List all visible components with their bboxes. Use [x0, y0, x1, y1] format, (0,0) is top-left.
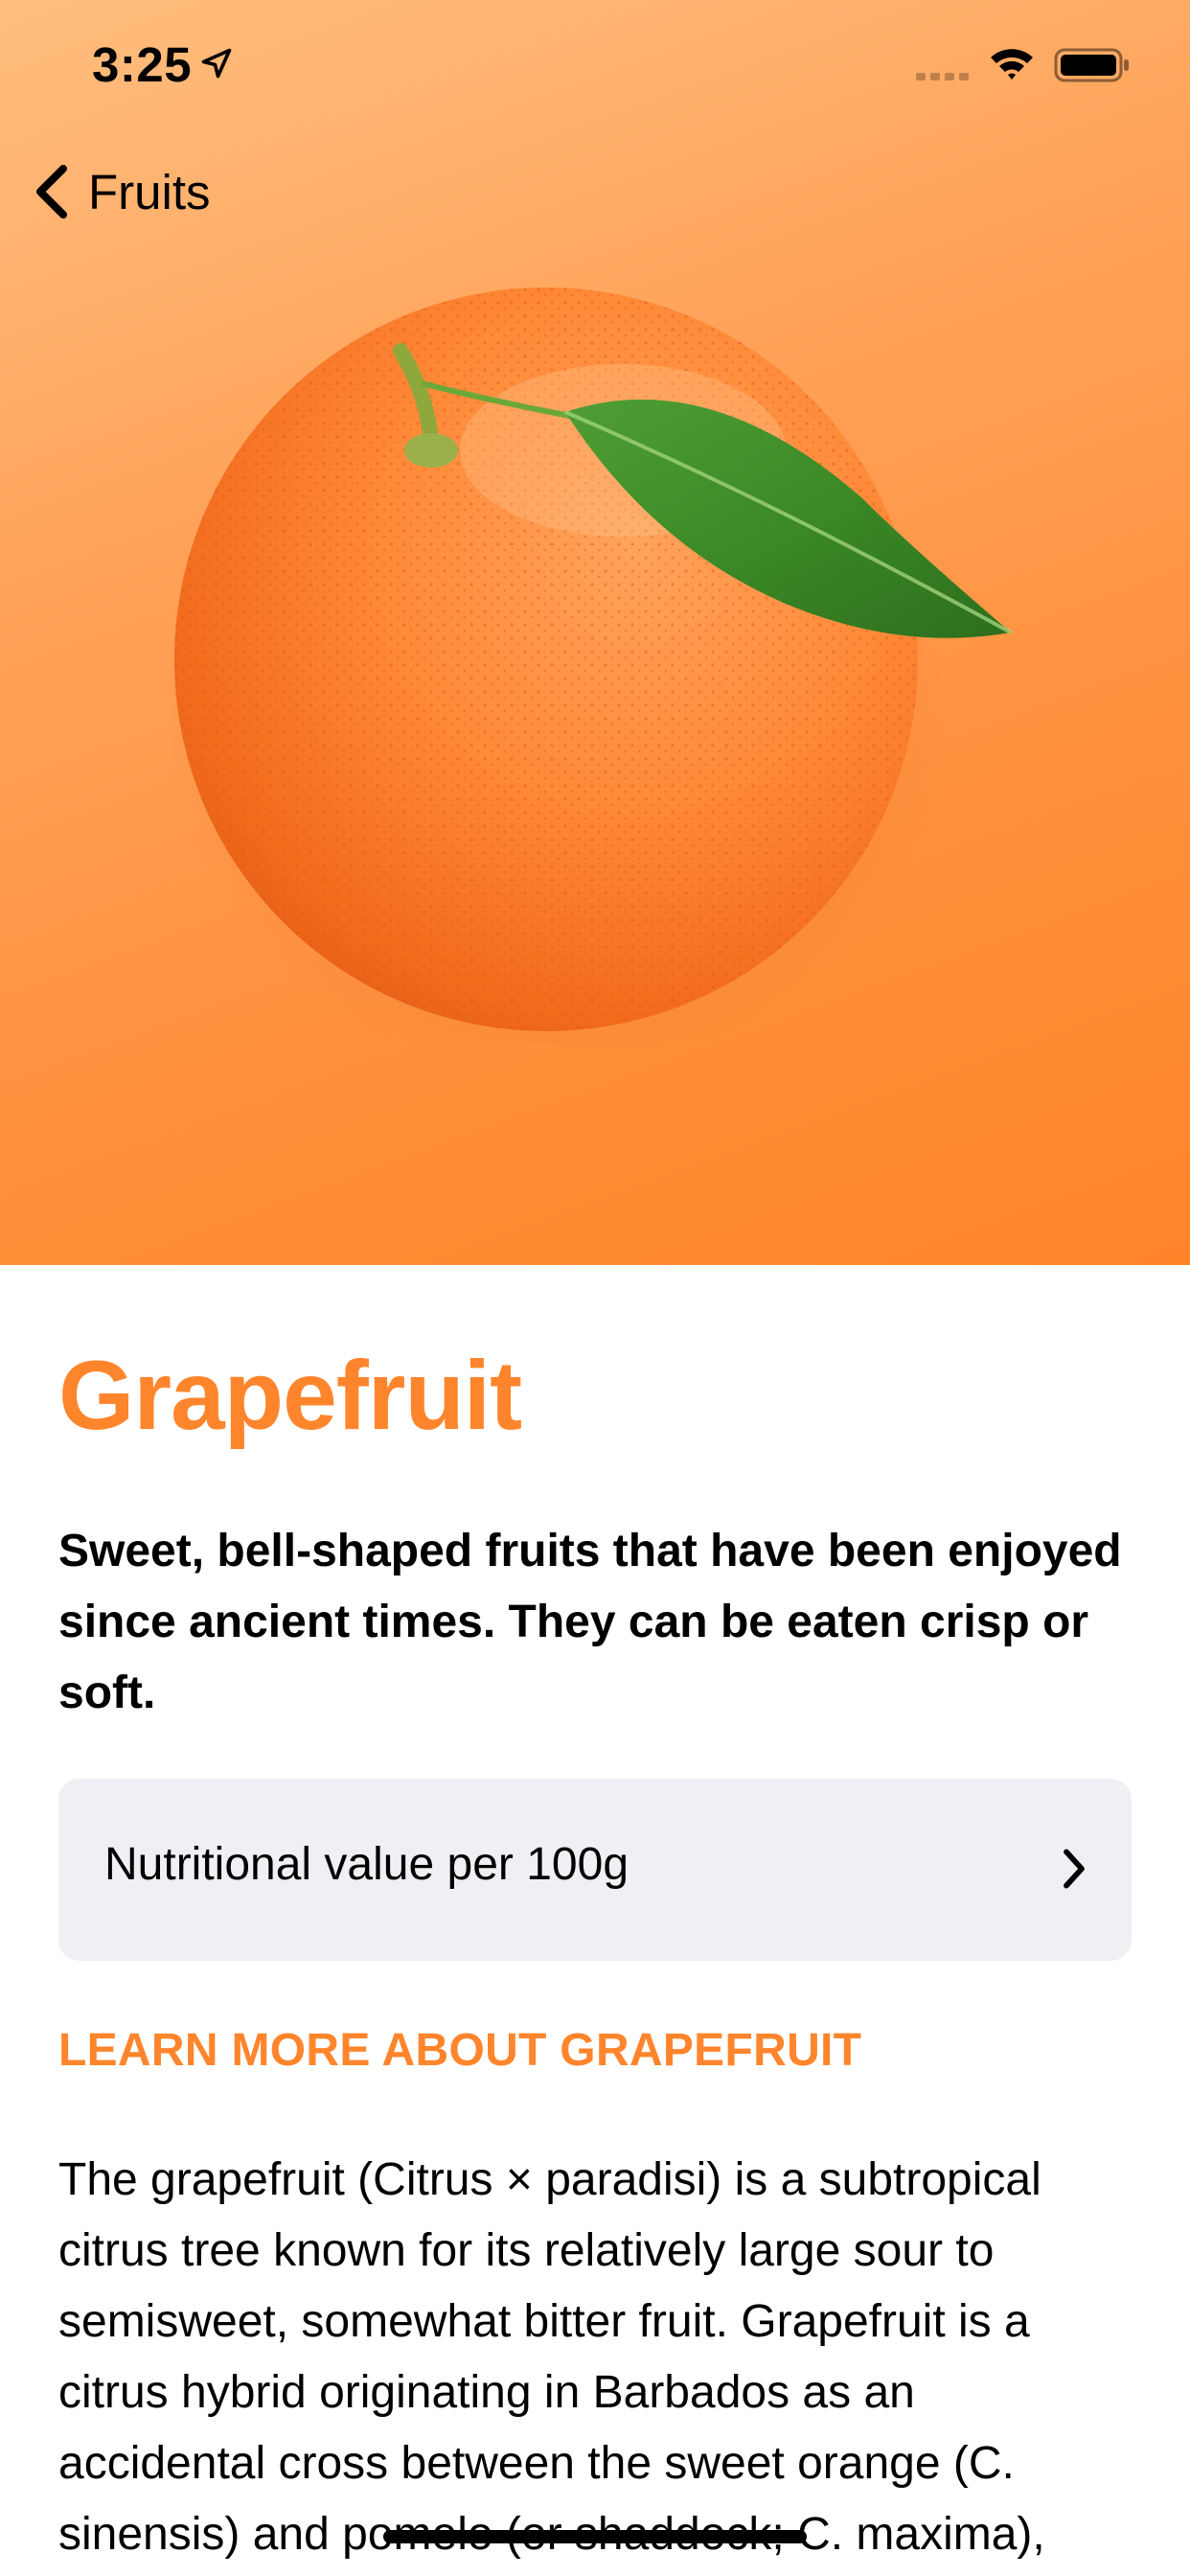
status-time: 3:25	[92, 37, 193, 92]
hero-header: 3:25 Fruits	[0, 0, 1190, 1265]
back-button-label: Fruits	[88, 164, 211, 219]
chevron-right-icon	[1064, 1849, 1085, 1889]
learn-more-heading: LEARN MORE ABOUT GRAPEFRUIT	[58, 2025, 862, 2076]
home-indicator[interactable]	[383, 2530, 807, 2543]
page-title: Grapefruit	[58, 1341, 522, 1450]
status-bar: 3:25	[0, 0, 1190, 134]
cellular-signal-icon	[916, 73, 969, 80]
fruit-description: The grapefruit (Citrus × paradisi) is a …	[58, 2154, 1045, 2560]
wifi-icon	[991, 49, 1033, 80]
battery-icon	[1054, 48, 1129, 82]
chevron-left-icon	[36, 165, 67, 218]
nutrition-label: Nutritional value per 100g	[104, 1839, 629, 1890]
nutrition-row[interactable]: Nutritional value per 100g	[58, 1779, 1132, 1961]
fruit-subtitle: Sweet, bell-shaped fruits that have been…	[58, 1526, 1122, 1718]
grapefruit-image	[172, 288, 1012, 1045]
location-arrow-icon	[201, 48, 232, 79]
back-button[interactable]: Fruits	[29, 153, 211, 230]
